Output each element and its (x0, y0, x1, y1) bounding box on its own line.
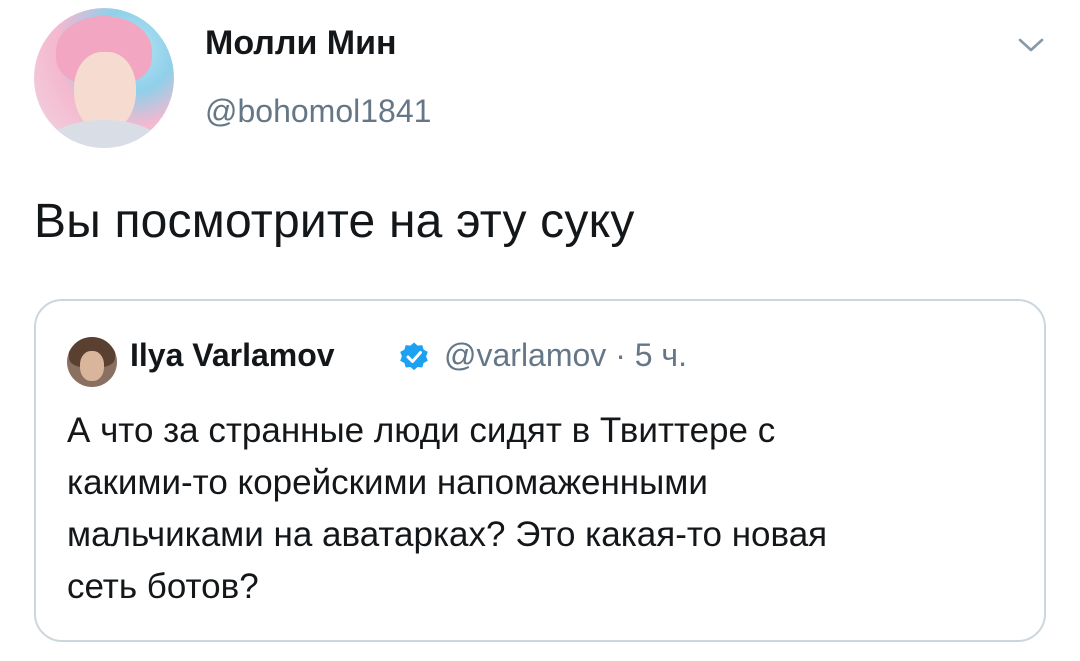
quoted-tweet-card[interactable]: Ilya Varlamov @varlamov · 5 ч. А что за … (34, 299, 1046, 642)
quoted-text-line: мальчиками на аватарках? Это какая-то но… (67, 515, 828, 554)
author-avatar[interactable] (34, 8, 174, 148)
quoted-timestamp[interactable]: 5 ч. (635, 337, 687, 373)
quoted-author-name[interactable]: Ilya Varlamov (130, 337, 335, 374)
author-handle[interactable]: @bohomol1841 (205, 93, 431, 130)
quoted-meta: @varlamov · 5 ч. (444, 337, 687, 374)
avatar-shirt (46, 120, 162, 148)
tweet: Молли Мин @bohomol1841 Вы посмотрите на … (0, 0, 1080, 661)
tweet-text: Вы посмотрите на эту суку (34, 195, 635, 248)
quoted-author-handle[interactable]: @varlamov (444, 337, 606, 373)
quoted-avatar-face (80, 351, 104, 381)
quoted-author-avatar[interactable] (67, 337, 117, 387)
quoted-tweet-text: А что за странные люди сидят в Твиттере … (67, 405, 1017, 613)
quoted-text-line: А что за странные люди сидят в Твиттере … (67, 411, 776, 450)
meta-separator: · (606, 337, 635, 373)
author-display-name[interactable]: Молли Мин (205, 24, 397, 63)
quoted-text-line: сеть ботов? (67, 567, 259, 606)
chevron-down-icon[interactable] (1016, 34, 1046, 56)
quoted-text-line: какими-то корейскими напомаженными (67, 463, 708, 502)
verified-badge-icon (400, 342, 428, 371)
